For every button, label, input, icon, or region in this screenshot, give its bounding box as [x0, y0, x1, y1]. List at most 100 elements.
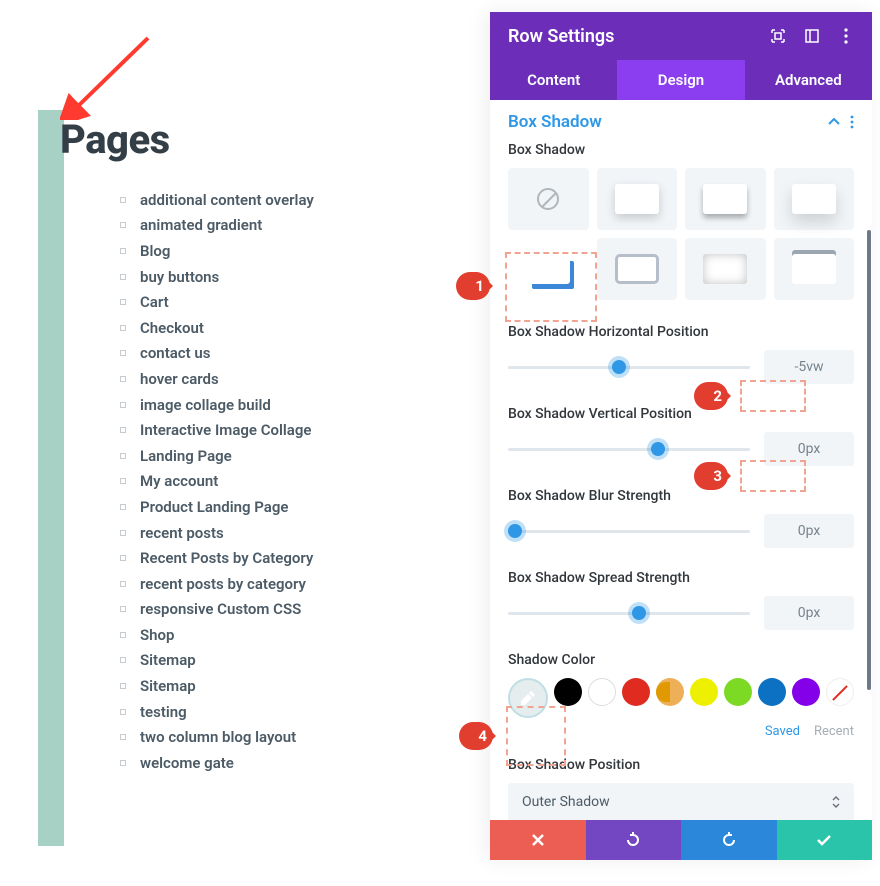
spread-input[interactable] [764, 596, 854, 630]
row-settings-panel: Row Settings Content Design Advanced Box… [490, 12, 872, 860]
hpos-input[interactable] [764, 350, 854, 384]
preset-shadow-1[interactable] [597, 168, 678, 230]
bullet-icon [120, 504, 126, 510]
preset-none[interactable] [508, 168, 589, 230]
list-item[interactable]: My account [120, 469, 314, 495]
menu-dots-icon[interactable] [838, 28, 854, 44]
color-tab-recent[interactable]: Recent [814, 724, 854, 739]
vpos-slider[interactable] [508, 448, 750, 451]
list-item[interactable]: Shop [120, 622, 314, 648]
section-title[interactable]: Box Shadow [508, 112, 602, 132]
list-item[interactable]: recent posts [120, 520, 314, 546]
list-item[interactable]: Product Landing Page [120, 494, 314, 520]
tab-advanced[interactable]: Advanced [745, 60, 872, 100]
list-item-label: Recent Posts by Category [140, 549, 313, 567]
preset-shadow-7[interactable] [774, 238, 855, 300]
color-tab-saved[interactable]: Saved [765, 724, 800, 739]
list-item[interactable]: animated gradient [120, 213, 314, 239]
list-item[interactable]: hover cards [120, 366, 314, 392]
cancel-button[interactable] [490, 820, 586, 860]
preset-shadow-6[interactable] [685, 238, 766, 300]
preset-shadow-3[interactable] [774, 168, 855, 230]
chevron-up-icon[interactable] [828, 118, 840, 126]
list-item-label: buy buttons [140, 268, 219, 286]
blur-thumb[interactable] [508, 524, 522, 538]
tab-design[interactable]: Design [617, 60, 744, 100]
select-arrows-icon [832, 796, 840, 808]
list-item[interactable]: Interactive Image Collage [120, 417, 314, 443]
none-icon [537, 188, 559, 210]
color-blue[interactable] [758, 678, 786, 706]
shadow-presets-row2 [508, 238, 854, 300]
list-item-label: image collage build [140, 396, 271, 414]
spread-label: Box Shadow Spread Strength [508, 570, 854, 586]
bullet-icon [120, 683, 126, 689]
list-item[interactable]: testing [120, 699, 314, 725]
blur-slider[interactable] [508, 530, 750, 533]
bullet-icon [120, 299, 126, 305]
color-white[interactable] [588, 678, 616, 706]
pages-list: additional content overlay animated gradi… [120, 187, 314, 776]
list-item[interactable]: contact us [120, 341, 314, 367]
color-black[interactable] [554, 678, 582, 706]
list-item-label: Cart [140, 293, 169, 311]
save-button[interactable] [777, 820, 873, 860]
list-item[interactable]: additional content overlay [120, 187, 314, 213]
color-transparent[interactable] [826, 678, 854, 706]
list-item-label: additional content overlay [140, 191, 314, 209]
list-item[interactable]: buy buttons [120, 264, 314, 290]
panel-footer [490, 820, 872, 860]
bullet-icon [120, 478, 126, 484]
bullet-icon [120, 376, 126, 382]
list-item[interactable]: Sitemap [120, 673, 314, 699]
list-item[interactable]: Recent Posts by Category [120, 545, 314, 571]
panel-title: Row Settings [508, 26, 614, 47]
tab-content[interactable]: Content [490, 60, 617, 100]
list-item[interactable]: image collage build [120, 392, 314, 418]
list-item[interactable]: Sitemap [120, 648, 314, 674]
header-icons [770, 28, 854, 44]
scrollbar[interactable] [867, 230, 871, 690]
color-purple[interactable] [792, 678, 820, 706]
list-item[interactable]: Checkout [120, 315, 314, 341]
list-item[interactable]: Landing Page [120, 443, 314, 469]
bullet-icon [120, 657, 126, 663]
list-item[interactable]: responsive Custom CSS [120, 597, 314, 623]
spread-thumb[interactable] [632, 606, 646, 620]
redo-button[interactable] [681, 820, 777, 860]
list-item-label: Interactive Image Collage [140, 421, 311, 439]
color-green[interactable] [724, 678, 752, 706]
list-item[interactable]: welcome gate [120, 750, 314, 776]
box-shadow-subheading: Box Shadow [508, 142, 854, 158]
list-item[interactable]: Blog [120, 238, 314, 264]
list-item[interactable]: Cart [120, 289, 314, 315]
sidebar-toggle-icon[interactable] [804, 28, 820, 44]
section-menu-icon[interactable] [850, 115, 854, 129]
color-red[interactable] [622, 678, 650, 706]
undo-button[interactable] [586, 820, 682, 860]
list-item-label: welcome gate [140, 754, 234, 772]
vpos-input[interactable] [764, 432, 854, 466]
vpos-thumb[interactable] [651, 442, 665, 456]
preset-shadow-4[interactable] [508, 238, 589, 300]
list-item[interactable]: recent posts by category [120, 571, 314, 597]
preset-shadow-5[interactable] [597, 238, 678, 300]
list-item[interactable]: two column blog layout [120, 724, 314, 750]
bullet-icon [120, 530, 126, 536]
color-yellow[interactable] [690, 678, 718, 706]
list-item-label: Shop [140, 626, 174, 644]
bullet-icon [120, 760, 126, 766]
blur-input[interactable] [764, 514, 854, 548]
shadow-position-value: Outer Shadow [522, 794, 610, 810]
color-orange[interactable] [656, 678, 684, 706]
bullet-icon [120, 606, 126, 612]
shadow-position-select[interactable]: Outer Shadow [508, 783, 854, 820]
preset-shadow-2[interactable] [685, 168, 766, 230]
bullet-icon [120, 709, 126, 715]
hpos-slider[interactable] [508, 366, 750, 369]
spread-slider[interactable] [508, 612, 750, 615]
expand-icon[interactable] [770, 28, 786, 44]
bullet-icon [120, 632, 126, 638]
eyedropper-icon[interactable] [508, 678, 548, 718]
hpos-thumb[interactable] [612, 360, 626, 374]
